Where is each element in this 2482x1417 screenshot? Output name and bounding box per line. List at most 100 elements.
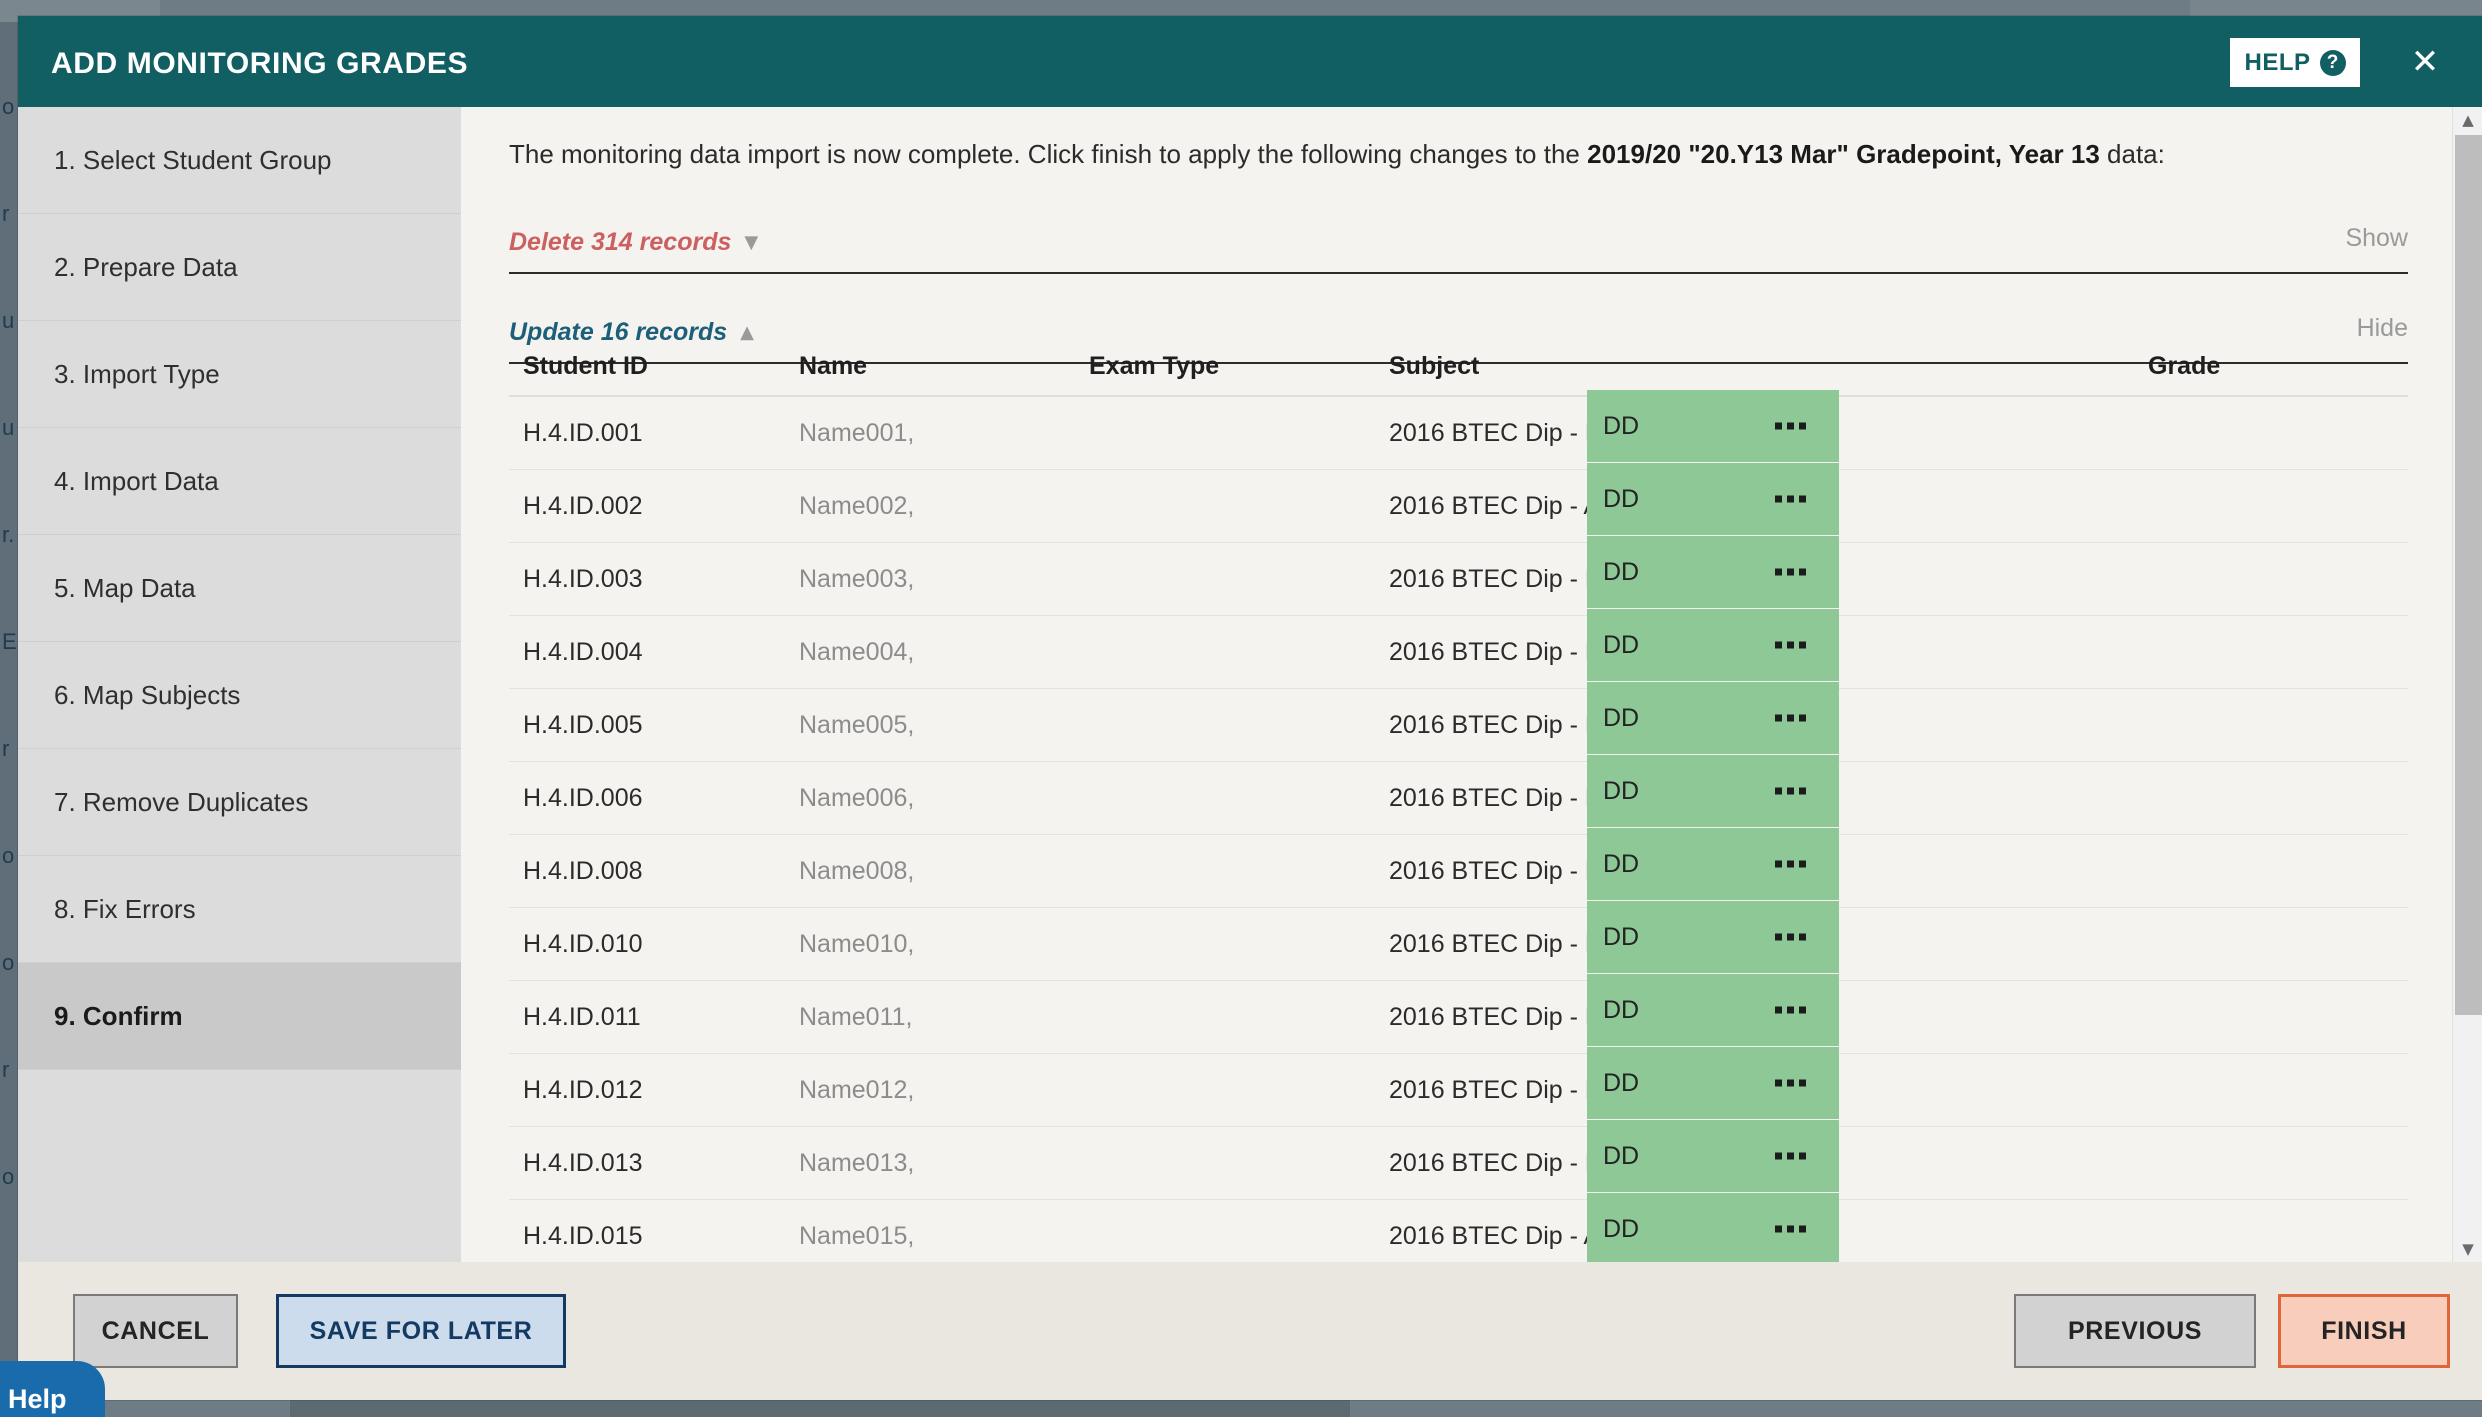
table-row[interactable]: H.4.ID.013 Name013, 2016 BTEC Dip - Health… [509,1120,2408,1200]
cell-grade[interactable]: DD [1587,390,1839,463]
table-row[interactable]: H.4.ID.006 Name006, 2016 BTEC Dip - Health… [509,755,2408,835]
sidebar-item-label: 7. Remove Duplicates [54,786,309,817]
table-row[interactable]: H.4.ID.001 Name001, 2016 BTEC Dip - Health… [509,390,2408,470]
cell-grade[interactable]: DD [1587,828,1839,901]
background-text-fragment: o [2,94,15,119]
more-options-icon[interactable] [1775,1006,1806,1014]
background-text-fragment: r. [2,522,15,547]
sidebar-item-step-5[interactable]: 5. Map Data [18,535,461,642]
delete-section-divider [509,272,2408,274]
background-text-fragment: r [2,1057,10,1082]
grade-value: DD [1603,630,1640,659]
grade-value: DD [1603,703,1640,732]
cell-grade[interactable]: DD [1587,1047,1839,1120]
cell-grade[interactable]: DD [1587,609,1839,682]
grade-value: DD [1603,484,1640,513]
more-options-icon[interactable] [1775,495,1806,503]
column-header-exam-type[interactable]: Exam Type [1089,352,1389,381]
dialog-header: ADD MONITORING GRADES HELP ? ✕ [18,16,2482,107]
sidebar-item-label: 2. Prepare Data [54,251,238,282]
cell-grade[interactable]: DD [1587,682,1839,755]
more-options-icon[interactable] [1775,1079,1806,1087]
cell-student-id: H.4.ID.003 [523,564,643,593]
previous-button[interactable]: PREVIOUS [2014,1294,2256,1368]
finish-button[interactable]: FINISH [2278,1294,2450,1368]
cell-grade[interactable]: DD [1587,901,1839,974]
cell-name: Name012, [799,1075,915,1104]
scroll-down-arrow-icon[interactable]: ▼ [2453,1236,2482,1262]
column-header-grade[interactable]: Grade [2132,352,2408,381]
grade-value: DD [1603,411,1640,440]
cell-student-id: H.4.ID.006 [523,783,643,812]
table-row[interactable]: H.4.ID.008 Name008, 2016 BTEC Dip - Health… [509,828,2408,908]
delete-section-title[interactable]: Delete 314 records [509,228,731,257]
sidebar-item-step-7[interactable]: 7. Remove Duplicates [18,749,461,856]
intro-suffix: data: [2099,139,2165,169]
more-options-icon[interactable] [1775,714,1806,722]
cell-name: Name001, [799,418,915,447]
update-records-table-viewport: Student ID Name Exam Type Subject Grade H.4.… [509,337,2408,1262]
save-for-later-button[interactable]: SAVE FOR LATER [276,1294,566,1368]
sidebar-item-step-2[interactable]: 2. Prepare Data [18,214,461,321]
sidebar-item-step-6[interactable]: 6. Map Subjects [18,642,461,749]
cell-name: Name004, [799,637,915,666]
sidebar-item-step-4[interactable]: 4. Import Data [18,428,461,535]
table-row[interactable]: H.4.ID.004 Name004, 2016 BTEC Dip - Health… [509,609,2408,689]
sidebar-item-label: 6. Map Subjects [54,679,241,710]
scroll-up-arrow-icon[interactable]: ▲ [2453,107,2482,133]
cell-student-id: H.4.ID.013 [523,1148,643,1177]
help-button[interactable]: HELP ? [2230,38,2360,87]
more-options-icon[interactable] [1775,641,1806,649]
cell-name: Name010, [799,929,915,958]
intro-text: The monitoring data import is now comple… [509,137,2362,172]
background-text-fragment: u [2,415,15,440]
column-header-name[interactable]: Name [799,352,1089,381]
sidebar-item-step-3[interactable]: 3. Import Type [18,321,461,428]
question-circle-icon: ? [2319,49,2346,76]
help-tab[interactable]: Help [0,1361,105,1417]
cell-grade[interactable]: DD [1587,1120,1839,1193]
close-icon[interactable]: ✕ [2406,44,2444,82]
cell-name: Name013, [799,1148,915,1177]
main-scrollbar[interactable]: ▲ ▼ [2452,107,2482,1262]
table-row[interactable]: H.4.ID.002 Name002, 2016 BTEC Dip - Applie… [509,463,2408,543]
main-content-pane: The monitoring data import is now comple… [461,107,2482,1262]
more-options-icon[interactable] [1775,860,1806,868]
cell-grade[interactable]: DD [1587,536,1839,609]
table-row[interactable]: H.4.ID.015 Name015, 2016 BTEC Dip - Applie… [509,1193,2408,1262]
cell-subject: 2016 BTEC Dip - Health & Social Care [1389,637,1817,666]
table-row[interactable]: H.4.ID.005 Name005, 2016 BTEC Dip - Health… [509,682,2408,762]
cell-name: Name015, [799,1221,915,1250]
scrollbar-thumb[interactable] [2455,135,2482,1015]
cancel-button[interactable]: CANCEL [73,1294,238,1368]
table-row[interactable]: H.4.ID.010 Name010, 2016 BTEC Dip - Health… [509,901,2408,981]
more-options-icon[interactable] [1775,1152,1806,1160]
column-header-subject[interactable]: Subject [1389,352,2132,381]
cell-grade[interactable]: DD [1587,974,1839,1047]
column-header-student-id[interactable]: Student ID [509,352,799,381]
table-row[interactable]: H.4.ID.003 Name003, 2016 BTEC Dip - Health… [509,536,2408,616]
cell-student-id: H.4.ID.002 [523,491,643,520]
more-options-icon[interactable] [1775,1225,1806,1233]
sidebar-item-step-1[interactable]: 1. Select Student Group [18,107,461,214]
delete-show-link[interactable]: Show [2345,224,2408,253]
sidebar-item-step-8[interactable]: 8. Fix Errors [18,856,461,963]
table-row[interactable]: H.4.ID.012 Name012, 2016 BTEC Dip - Health… [509,1047,2408,1127]
more-options-icon[interactable] [1775,568,1806,576]
table-row[interactable]: H.4.ID.011 Name011, 2016 BTEC Dip - Health… [509,974,2408,1054]
cell-subject: 2016 BTEC Dip - Applied Science [1389,491,1763,520]
intro-gradepoint: 2019/20 "20.Y13 Mar" Gradepoint, Year 13 [1587,139,2100,169]
cell-name: Name003, [799,564,915,593]
more-options-icon[interactable] [1775,933,1806,941]
more-options-icon[interactable] [1775,422,1806,430]
cell-grade[interactable]: DD [1587,463,1839,536]
chevron-down-icon[interactable]: ▼ [744,232,758,253]
sidebar-item-step-9[interactable]: 9. Confirm [18,963,461,1070]
more-options-icon[interactable] [1775,787,1806,795]
cell-grade[interactable]: DD [1587,1193,1839,1262]
grade-value: DD [1603,1141,1640,1170]
dialog-footer: CANCEL SAVE FOR LATER PREVIOUS FINISH [18,1262,2482,1400]
cell-subject: 2016 BTEC Dip - Health & Social Care [1389,564,1817,593]
cell-grade[interactable]: DD [1587,755,1839,828]
grade-value: DD [1603,849,1640,878]
